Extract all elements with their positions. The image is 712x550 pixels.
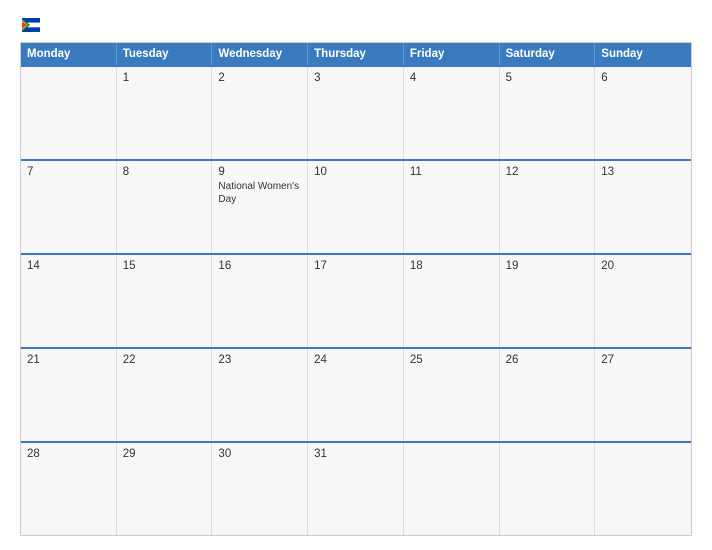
cal-cell-1-3: 2: [212, 67, 308, 159]
day-number: 14: [27, 260, 110, 272]
cal-cell-5-5: [404, 443, 500, 535]
cal-cell-1-5: 4: [404, 67, 500, 159]
day-number: 6: [601, 72, 685, 84]
cal-cell-4-4: 24: [308, 349, 404, 441]
calendar-header-row: MondayTuesdayWednesdayThursdayFridaySatu…: [21, 43, 691, 65]
logo: [20, 18, 40, 32]
col-header-tuesday: Tuesday: [117, 43, 213, 65]
cal-cell-3-3: 16: [212, 255, 308, 347]
cal-cell-3-2: 15: [117, 255, 213, 347]
cal-cell-4-1: 21: [21, 349, 117, 441]
cal-cell-1-2: 1: [117, 67, 213, 159]
day-number: 24: [314, 354, 397, 366]
cal-cell-3-1: 14: [21, 255, 117, 347]
cal-cell-5-3: 30: [212, 443, 308, 535]
col-header-saturday: Saturday: [500, 43, 596, 65]
cal-cell-1-7: 6: [595, 67, 691, 159]
cal-cell-2-1: 7: [21, 161, 117, 253]
cal-cell-5-2: 29: [117, 443, 213, 535]
day-number: 19: [506, 260, 589, 272]
cal-cell-2-6: 12: [500, 161, 596, 253]
cal-cell-4-5: 25: [404, 349, 500, 441]
day-number: 18: [410, 260, 493, 272]
calendar-grid: MondayTuesdayWednesdayThursdayFridaySatu…: [20, 42, 692, 536]
calendar-page: MondayTuesdayWednesdayThursdayFridaySatu…: [0, 0, 712, 550]
cal-cell-3-6: 19: [500, 255, 596, 347]
cal-cell-4-2: 22: [117, 349, 213, 441]
day-number: 10: [314, 166, 397, 178]
cal-cell-2-2: 8: [117, 161, 213, 253]
day-number: 28: [27, 448, 110, 460]
day-number: 26: [506, 354, 589, 366]
cal-cell-2-7: 13: [595, 161, 691, 253]
col-header-wednesday: Wednesday: [212, 43, 308, 65]
cal-cell-1-6: 5: [500, 67, 596, 159]
day-number: 3: [314, 72, 397, 84]
cal-cell-5-7: [595, 443, 691, 535]
week-row-3: 14 15 16 17 18 19 20: [21, 253, 691, 347]
day-number: 15: [123, 260, 206, 272]
day-number: 23: [218, 354, 301, 366]
cal-cell-4-6: 26: [500, 349, 596, 441]
col-header-friday: Friday: [404, 43, 500, 65]
day-number: 4: [410, 72, 493, 84]
header: [20, 18, 692, 32]
day-number: 13: [601, 166, 685, 178]
col-header-sunday: Sunday: [595, 43, 691, 65]
day-number: 12: [506, 166, 589, 178]
day-number: 29: [123, 448, 206, 460]
cal-cell-3-7: 20: [595, 255, 691, 347]
col-header-thursday: Thursday: [308, 43, 404, 65]
day-number: 22: [123, 354, 206, 366]
logo-flag-icon: [22, 18, 40, 32]
cal-cell-5-4: 31: [308, 443, 404, 535]
day-number: 27: [601, 354, 685, 366]
day-number: 11: [410, 166, 493, 178]
cal-cell-2-5: 11: [404, 161, 500, 253]
day-number: 20: [601, 260, 685, 272]
day-number: 21: [27, 354, 110, 366]
cal-cell-2-4: 10: [308, 161, 404, 253]
cal-cell-5-1: 28: [21, 443, 117, 535]
cal-cell-3-4: 17: [308, 255, 404, 347]
week-row-2: 7 89 National Women's Day 10 11 12 13: [21, 159, 691, 253]
day-number: 1: [123, 72, 206, 84]
week-row-4: 21 22 23 24 25 26 27: [21, 347, 691, 441]
day-number: 17: [314, 260, 397, 272]
calendar-body: 123456789National Women's Day10111213141…: [21, 65, 691, 535]
day-number: 5: [506, 72, 589, 84]
holiday-label: National Women's Day: [218, 180, 301, 206]
day-number: 9: [218, 166, 301, 178]
week-row-5: 28 29 30 31: [21, 441, 691, 535]
col-header-monday: Monday: [21, 43, 117, 65]
day-number: 8: [123, 166, 206, 178]
day-number: 16: [218, 260, 301, 272]
cal-cell-3-5: 18: [404, 255, 500, 347]
cal-cell-1-1: [21, 67, 117, 159]
day-number: 30: [218, 448, 301, 460]
cal-cell-4-7: 27: [595, 349, 691, 441]
day-number: 7: [27, 166, 110, 178]
day-number: 31: [314, 448, 397, 460]
cal-cell-5-6: [500, 443, 596, 535]
day-number: 25: [410, 354, 493, 366]
day-number: 2: [218, 72, 301, 84]
cal-cell-4-3: 23: [212, 349, 308, 441]
week-row-1: 123456: [21, 65, 691, 159]
cal-cell-1-4: 3: [308, 67, 404, 159]
cal-cell-2-3: 9 National Women's Day: [212, 161, 308, 253]
